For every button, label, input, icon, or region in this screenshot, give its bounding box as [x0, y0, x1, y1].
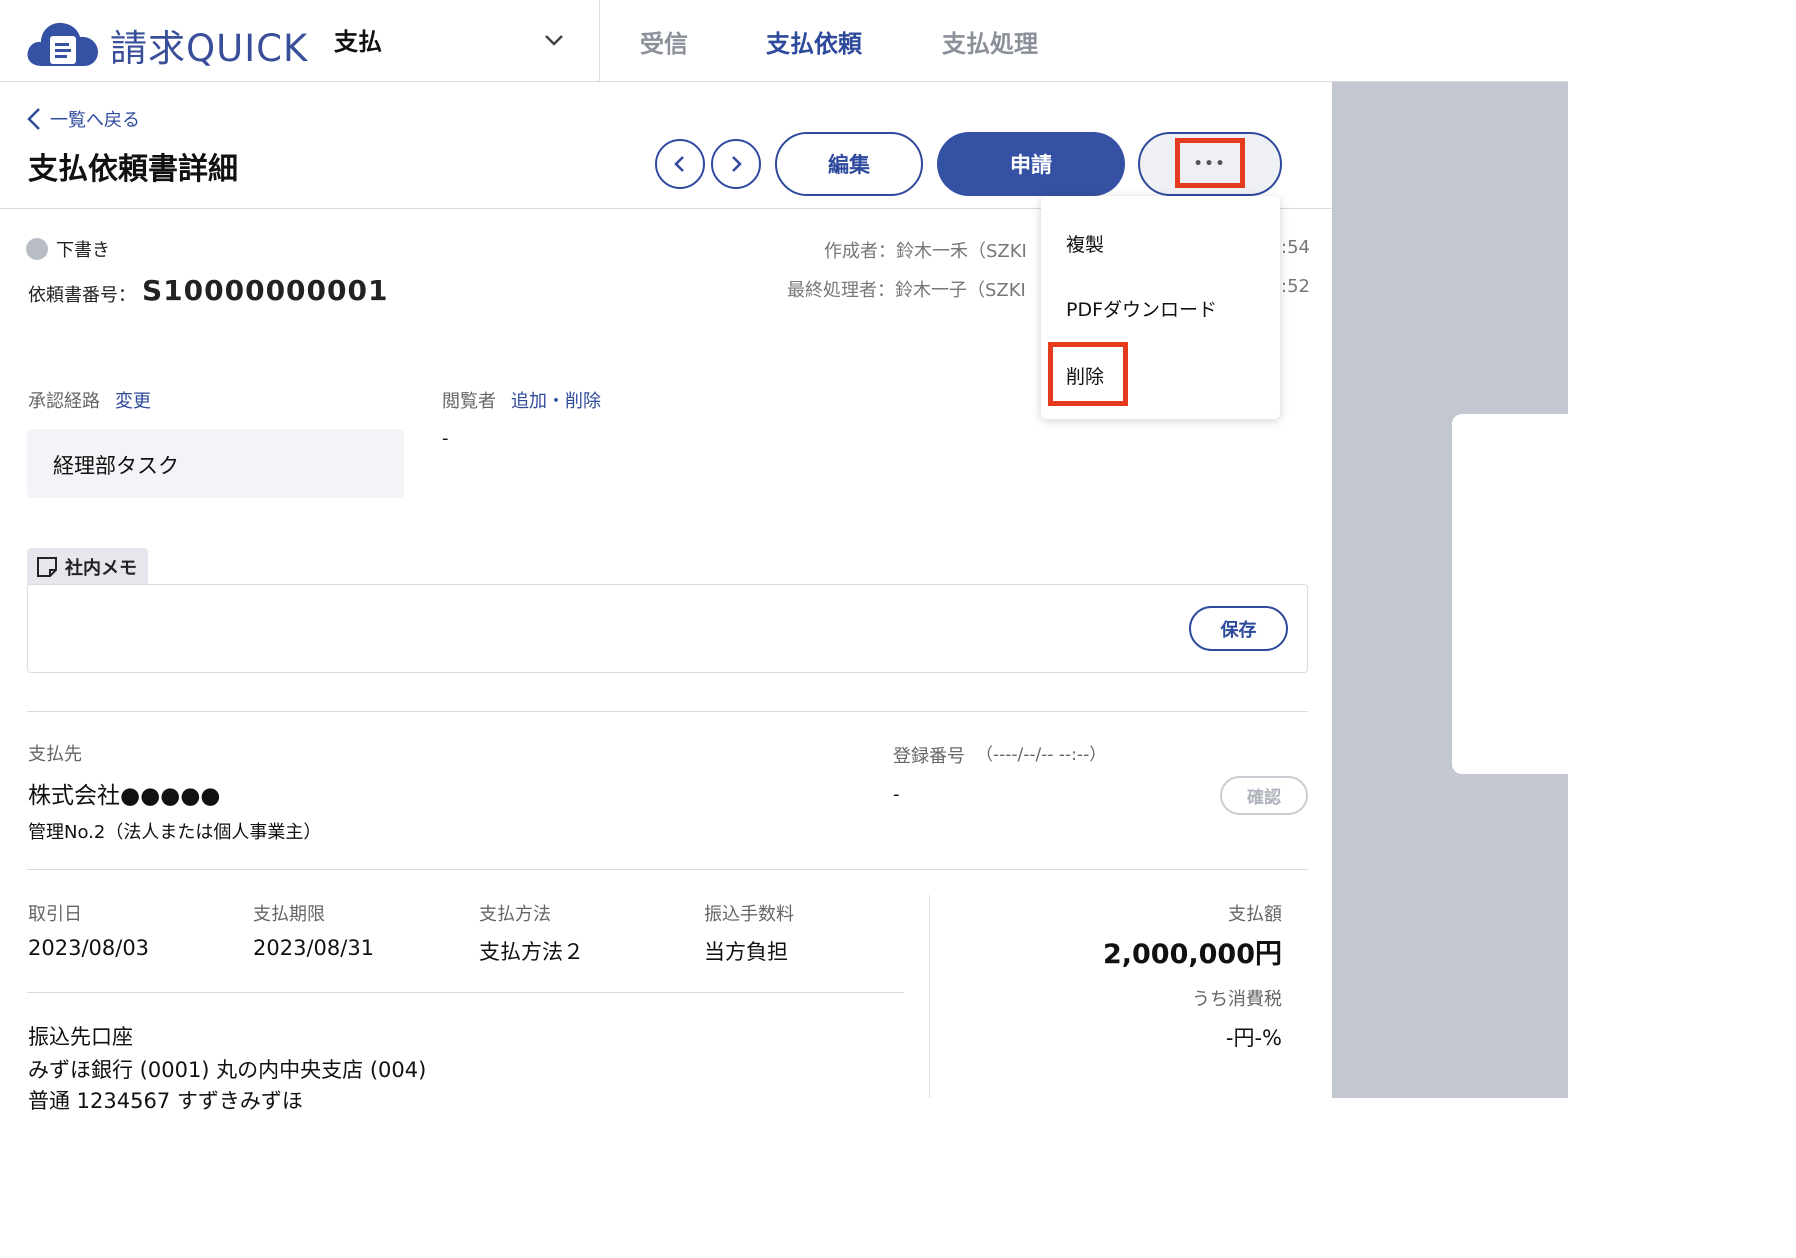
- payee-sub: 管理No.2（法人または個人事業主）: [28, 822, 322, 843]
- header-divider: [599, 0, 600, 82]
- registration-value: -: [893, 784, 900, 805]
- transfer-fee-value: 当方負担: [704, 940, 788, 964]
- account-bank: みずほ銀行 (0001) 丸の内中央支店 (004): [28, 1058, 427, 1082]
- prev-button[interactable]: [655, 139, 705, 189]
- vertical-divider: [929, 895, 930, 1098]
- last-processor-time: :52: [1281, 276, 1310, 297]
- memo-input[interactable]: [27, 584, 1308, 673]
- back-link[interactable]: 一覧へ戻る: [26, 106, 140, 132]
- viewers-value: -: [442, 428, 449, 449]
- nav-receive[interactable]: 受信: [640, 24, 688, 59]
- request-number: S10000000001: [142, 274, 389, 307]
- apply-button[interactable]: 申請: [937, 132, 1125, 196]
- chevron-left-icon: [27, 108, 40, 130]
- memo-tab-label: 社内メモ: [65, 557, 137, 579]
- status-label: 下書き: [56, 240, 110, 261]
- app-selector[interactable]: 支払: [334, 22, 382, 57]
- registration-date: （----/--/-- --:--）: [976, 745, 1107, 765]
- confirm-button[interactable]: 確認: [1220, 776, 1308, 815]
- registration-label: 登録番号: [893, 746, 965, 767]
- chevron-down-icon[interactable]: [540, 26, 568, 54]
- app-header: 請求QUICK 支払 受信 支払依頼 支払処理: [0, 0, 1568, 82]
- edit-button[interactable]: 編集: [775, 132, 923, 196]
- viewers-label: 閲覧者: [442, 391, 496, 412]
- amount-value: 2,000,000円: [1102, 939, 1282, 970]
- trade-date-value: 2023/08/03: [28, 936, 150, 960]
- payee-label: 支払先: [28, 744, 82, 765]
- back-link-label: 一覧へ戻る: [50, 110, 140, 131]
- tax-label: うち消費税: [1192, 989, 1282, 1010]
- account-label: 振込先口座: [28, 1025, 133, 1049]
- last-processor-info: 最終処理者：鈴木一子（SZKI: [787, 280, 1026, 301]
- highlight-box-more: [1175, 138, 1245, 188]
- nav-payment-request[interactable]: 支払依頼: [766, 24, 862, 59]
- approval-route-label: 承認経路: [28, 391, 100, 412]
- menu-item-pdf-download[interactable]: PDFダウンロード: [1066, 295, 1217, 322]
- page-title: 支払依頼書詳細: [28, 152, 238, 187]
- status-badge: 下書き: [26, 236, 110, 262]
- amount-label: 支払額: [1228, 904, 1282, 925]
- approval-route-value: 経理部タスク: [53, 454, 179, 478]
- request-number-label: 依頼書番号：: [28, 285, 136, 306]
- chevron-left-icon: [674, 156, 684, 172]
- note-icon: [37, 556, 57, 577]
- transfer-fee-label: 振込手数料: [704, 904, 794, 925]
- due-date-value: 2023/08/31: [253, 936, 375, 960]
- approval-change-link[interactable]: 変更: [115, 387, 151, 413]
- trade-date-label: 取引日: [28, 904, 82, 925]
- side-card: [1452, 414, 1582, 774]
- creator-time: :54: [1281, 237, 1310, 258]
- menu-item-duplicate[interactable]: 複製: [1066, 230, 1104, 257]
- memo-tab: 社内メモ: [27, 548, 148, 585]
- payment-method-value: 支払方法２: [479, 940, 584, 964]
- viewers-edit-link[interactable]: 追加・削除: [511, 387, 601, 413]
- next-button[interactable]: [711, 139, 761, 189]
- tax-value: -円-%: [1225, 1026, 1282, 1050]
- due-date-label: 支払期限: [253, 904, 325, 925]
- status-dot-icon: [26, 238, 48, 260]
- section-divider: [27, 711, 1308, 712]
- section-divider: [27, 992, 904, 993]
- chevron-right-icon: [732, 156, 742, 172]
- highlight-box-delete: [1048, 342, 1128, 406]
- creator-info: 作成者：鈴木一禾（SZKI: [824, 241, 1027, 262]
- memo-save-button[interactable]: 保存: [1189, 606, 1288, 651]
- payee-name: 株式会社●●●●●: [28, 783, 221, 809]
- nav-payment-processing[interactable]: 支払処理: [942, 24, 1038, 59]
- payment-method-label: 支払方法: [479, 904, 551, 925]
- cloud-logo-icon: [27, 22, 98, 66]
- brand-name: 請求QUICK: [110, 27, 309, 70]
- account-number: 普通 1234567 すずきみずほ: [28, 1089, 303, 1113]
- section-divider: [27, 869, 1308, 870]
